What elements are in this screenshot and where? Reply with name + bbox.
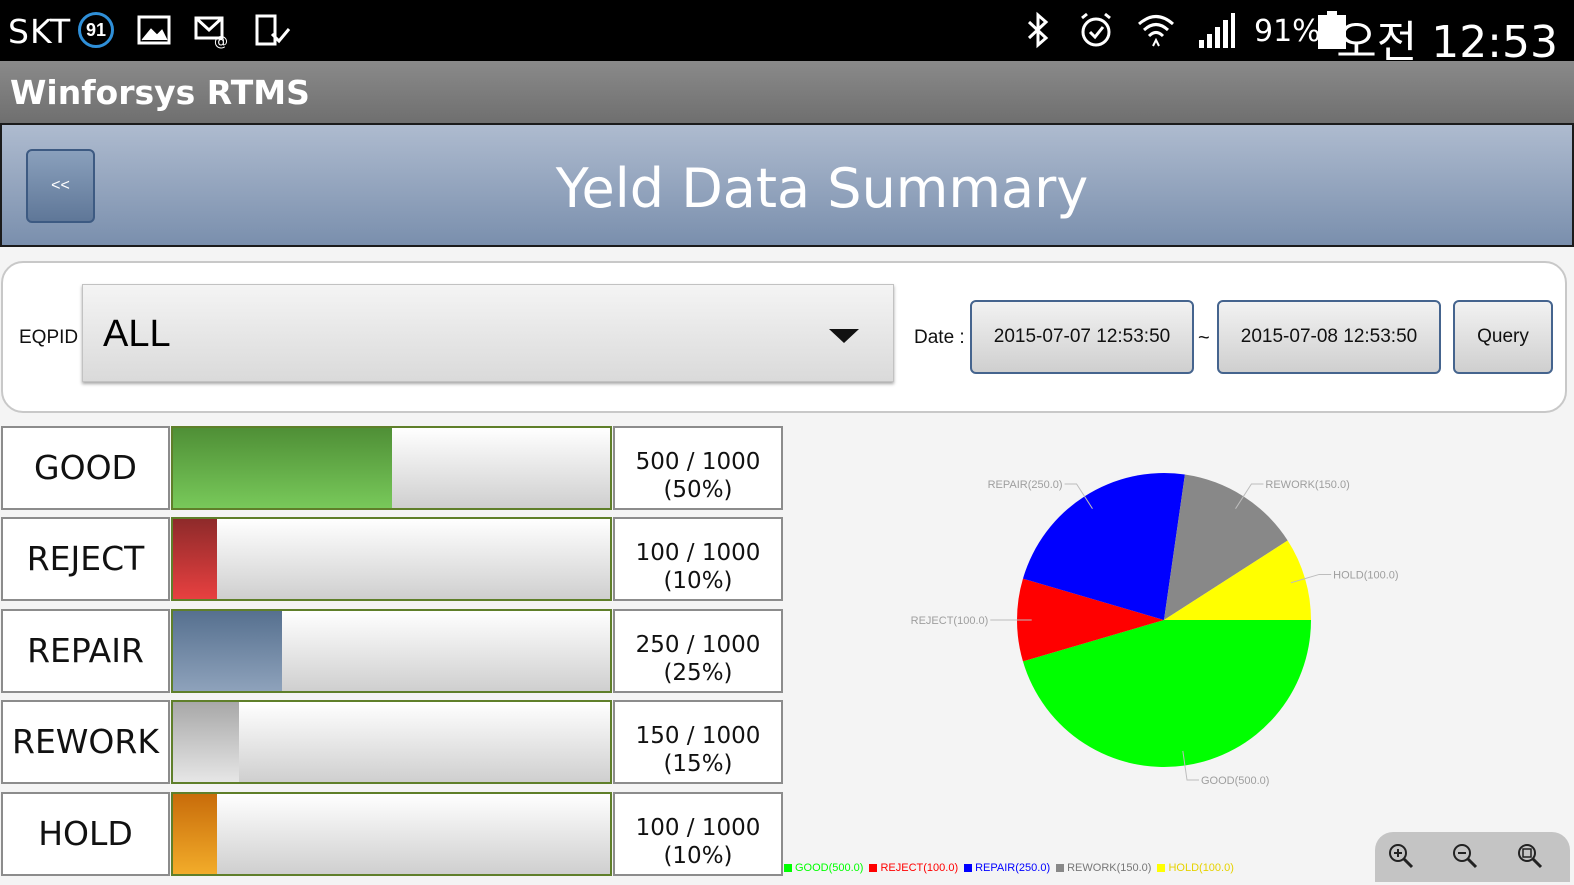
legend-swatch bbox=[1056, 864, 1065, 873]
stat-count-value: 500 / 1000 bbox=[635, 449, 761, 475]
stat-progress-bar bbox=[171, 700, 612, 784]
stat-percent-value: (10%) bbox=[663, 843, 733, 869]
stat-progress-fill bbox=[173, 702, 239, 782]
svg-text:@: @ bbox=[214, 34, 228, 50]
date-to-button[interactable]: 2015-07-08 12:53:50 bbox=[1217, 300, 1441, 374]
legend-swatch bbox=[869, 864, 878, 873]
stat-progress-fill bbox=[173, 428, 392, 508]
zoom-reset-icon[interactable] bbox=[1516, 842, 1544, 870]
legend-label: HOLD(100.0) bbox=[1168, 862, 1234, 874]
download-icon bbox=[255, 14, 291, 46]
app-screen: { "status_bar": { "carrier": "SKT", "not… bbox=[0, 0, 1574, 885]
page-title: Yeld Data Summary bbox=[555, 157, 1089, 220]
stat-progress-bar bbox=[171, 792, 612, 876]
legend-label: REPAIR(250.0) bbox=[975, 862, 1051, 874]
stat-progress-bar bbox=[171, 426, 612, 510]
wifi-icon bbox=[1138, 15, 1174, 47]
notification-count-badge: 91 bbox=[78, 12, 114, 48]
stat-progress-bar bbox=[171, 517, 612, 601]
stat-progress-fill bbox=[173, 519, 217, 599]
stat-progress-fill bbox=[173, 794, 217, 874]
dropdown-arrow-icon bbox=[829, 329, 859, 343]
legend-swatch bbox=[1157, 864, 1166, 873]
stat-count-value: 100 / 1000 bbox=[635, 815, 761, 841]
legend-item: HOLD(100.0) bbox=[1157, 862, 1234, 874]
stat-count: 100 / 1000 (10%) bbox=[613, 792, 783, 876]
page-header: << Yeld Data Summary bbox=[0, 123, 1574, 247]
eqpid-dropdown[interactable]: ALL bbox=[82, 284, 894, 382]
stat-percent-value: (15%) bbox=[663, 751, 733, 777]
legend-label: REWORK(150.0) bbox=[1067, 862, 1152, 874]
pie-slice-label: GOOD(500.0) bbox=[1201, 775, 1269, 787]
yield-pie-chart[interactable]: GOOD(500.0) REJECT(100.0) REPAIR(250.0) REW… bbox=[784, 420, 1574, 885]
legend-item: REWORK(150.0) bbox=[1056, 862, 1151, 874]
date-label: Date : bbox=[914, 327, 965, 348]
stat-count-value: 100 / 1000 bbox=[635, 540, 761, 566]
query-button[interactable]: Query bbox=[1453, 300, 1553, 374]
stat-count-value: 250 / 1000 bbox=[635, 632, 761, 658]
pie-slice-label: REJECT(100.0) bbox=[911, 615, 989, 627]
stat-label: REWORK bbox=[1, 700, 170, 784]
stat-count-value: 150 / 1000 bbox=[635, 723, 761, 749]
stat-progress-bar bbox=[171, 609, 612, 693]
legend-swatch bbox=[964, 864, 973, 873]
app-title: Winforsys RTMS bbox=[10, 73, 310, 112]
date-range-separator: ~ bbox=[1198, 327, 1210, 349]
stat-label: REPAIR bbox=[1, 609, 170, 693]
app-bar: Winforsys RTMS bbox=[0, 61, 1574, 123]
filter-panel: EQPID ALL Date : 2015-07-07 12:53:50 ~ 2… bbox=[1, 261, 1567, 413]
battery-percent: 91% bbox=[1254, 14, 1321, 49]
legend-item: GOOD(500.0) bbox=[784, 862, 863, 874]
stat-count: 150 / 1000 (15%) bbox=[613, 700, 783, 784]
date-from-button[interactable]: 2015-07-07 12:53:50 bbox=[970, 300, 1194, 374]
bluetooth-icon bbox=[1027, 11, 1049, 49]
stat-label: GOOD bbox=[1, 426, 170, 510]
zoom-out-icon[interactable] bbox=[1451, 842, 1479, 870]
pie-slice-label: HOLD(100.0) bbox=[1333, 569, 1398, 581]
alarm-icon bbox=[1081, 12, 1111, 47]
legend-item: REJECT(100.0) bbox=[869, 862, 958, 874]
carrier-name: SKT bbox=[8, 12, 72, 51]
email-icon: @ bbox=[194, 16, 228, 50]
stat-label: HOLD bbox=[1, 792, 170, 876]
legend-item: REPAIR(250.0) bbox=[964, 862, 1050, 874]
eqpid-label: EQPID bbox=[19, 327, 79, 348]
legend-label: REJECT(100.0) bbox=[880, 862, 959, 874]
status-bar: SKT 91 @ 91% 오전 12:53 bbox=[0, 0, 1574, 68]
eqpid-selected-value: ALL bbox=[103, 313, 171, 355]
stat-label: REJECT bbox=[1, 517, 170, 601]
stat-count: 500 / 1000 (50%) bbox=[613, 426, 783, 510]
pie-slice-label: REWORK(150.0) bbox=[1265, 479, 1349, 491]
zoom-controls bbox=[1375, 832, 1570, 882]
stat-percent-value: (50%) bbox=[663, 477, 733, 503]
legend-swatch bbox=[784, 864, 792, 873]
pie-slice-label: REPAIR(250.0) bbox=[988, 479, 1063, 491]
stat-count: 100 / 1000 (10%) bbox=[613, 517, 783, 601]
stat-percent-value: (25%) bbox=[663, 660, 733, 686]
stat-percent-value: (10%) bbox=[663, 568, 733, 594]
legend-label: GOOD(500.0) bbox=[795, 862, 864, 874]
chart-legend: GOOD(500.0) REJECT(100.0) REPAIR(250.0) REW… bbox=[784, 862, 1240, 874]
zoom-in-icon[interactable] bbox=[1387, 842, 1415, 870]
signal-icon bbox=[1199, 13, 1235, 48]
gallery-icon bbox=[137, 15, 171, 45]
stat-count: 250 / 1000 (25%) bbox=[613, 609, 783, 693]
stat-progress-fill bbox=[173, 611, 283, 691]
